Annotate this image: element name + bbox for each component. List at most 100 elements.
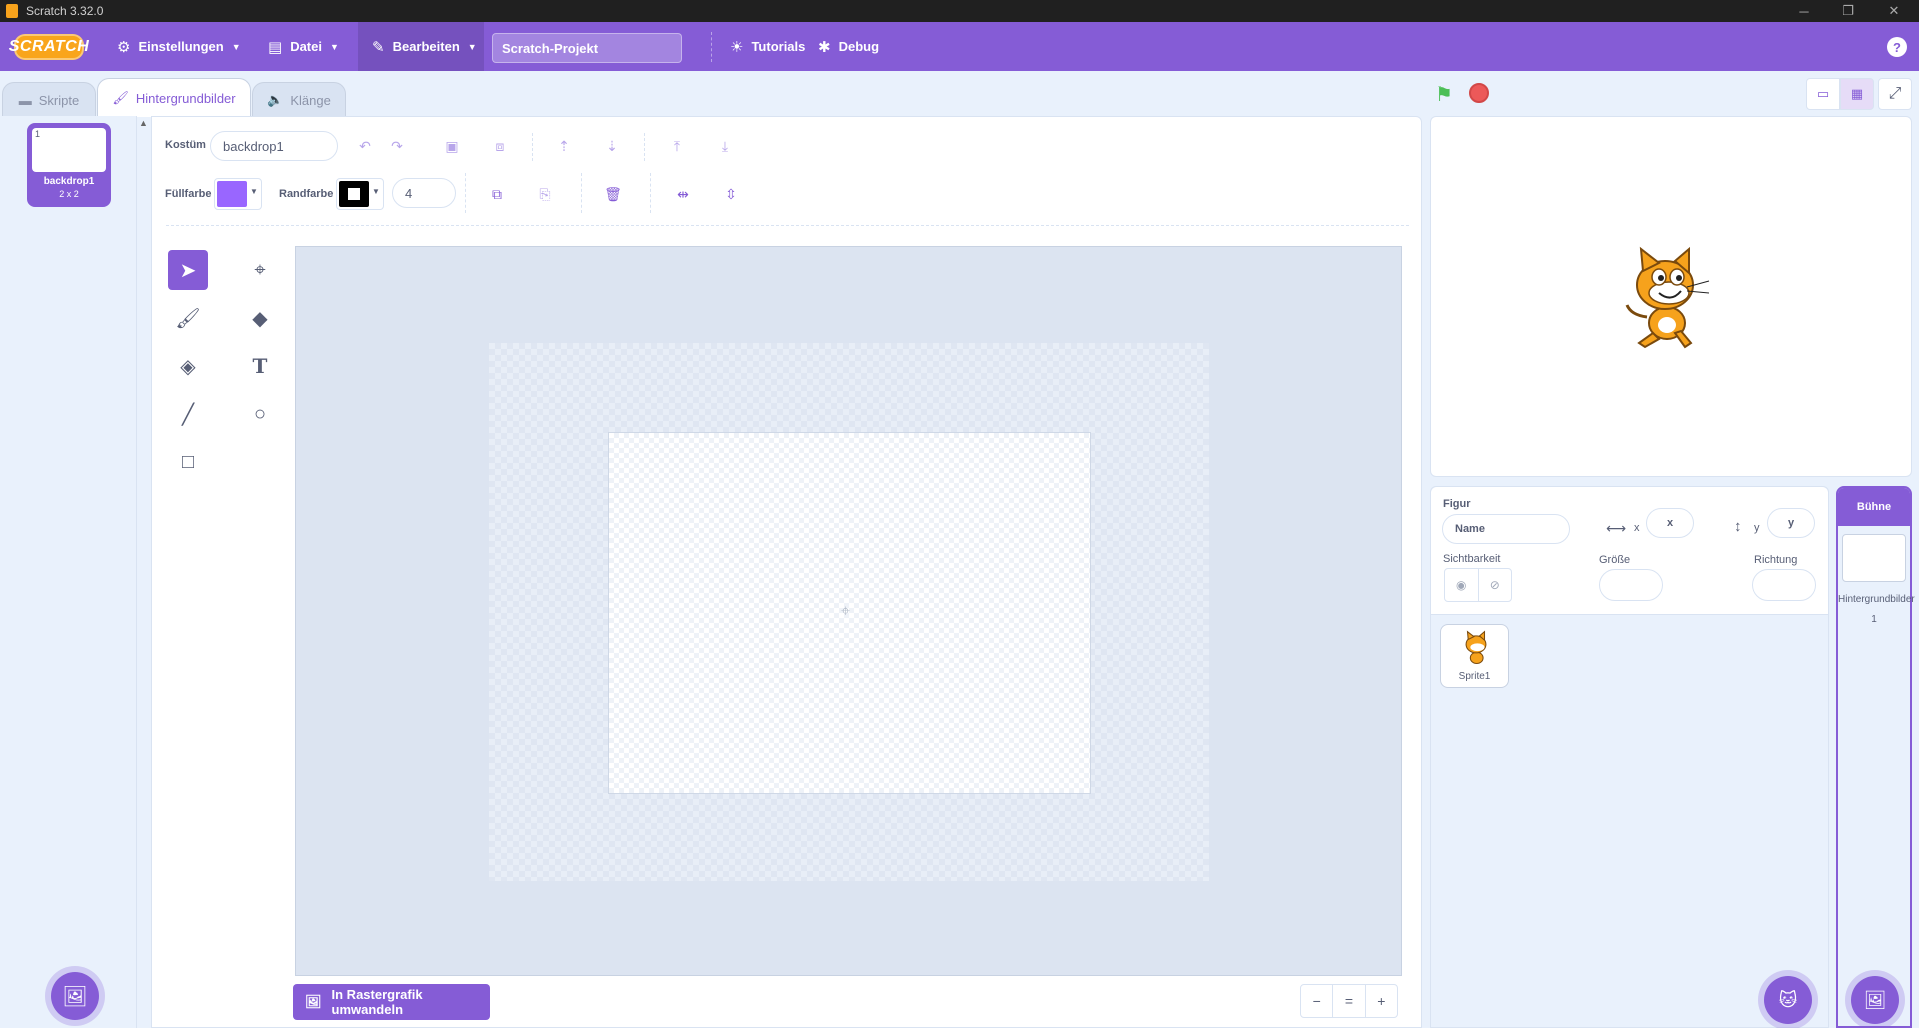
file-icon: ▤ xyxy=(268,38,283,56)
size-label: Größe xyxy=(1599,554,1631,566)
flip-horizontal-icon[interactable]: ⇹ xyxy=(668,179,698,209)
add-backdrop-button[interactable]: 🖼 xyxy=(51,972,99,1020)
outline-width-input[interactable]: 4 xyxy=(392,178,456,208)
visibility-label: Sichtbarkeit xyxy=(1443,553,1501,565)
reshape-tool[interactable]: ⌖ xyxy=(240,250,280,290)
fullscreen-button[interactable]: ⤢ xyxy=(1878,78,1912,110)
backward-icon[interactable]: ⇣ xyxy=(597,131,627,161)
costume-name-input[interactable]: backdrop1 xyxy=(210,131,338,161)
backdrop-list: 1 backdrop1 2 x 2 xyxy=(0,116,137,1028)
settings-menu[interactable]: ⚙ Einstellungen ▼ xyxy=(117,22,241,71)
arrow-cursor-icon: ➤ xyxy=(179,259,197,282)
rectangle-tool[interactable]: □ xyxy=(168,442,208,482)
brush-tool[interactable]: 🖌 xyxy=(168,298,208,338)
fill-swatch xyxy=(217,181,247,207)
flag-icon: ⚑ xyxy=(1435,84,1453,106)
backdrop-size: 2 x 2 xyxy=(59,189,79,199)
delete-icon[interactable]: 🗑 xyxy=(598,179,628,209)
line-tool[interactable]: ╱ xyxy=(168,394,208,434)
small-stage-icon: ▭ xyxy=(1816,86,1830,101)
small-stage-button[interactable]: ▭ xyxy=(1806,78,1840,110)
tab-sounds-label: Klänge xyxy=(290,92,331,108)
tutorials-button[interactable]: ☀ Tutorials xyxy=(730,22,805,71)
zoom-reset-button[interactable]: = xyxy=(1333,985,1366,1017)
y-label: y xyxy=(1754,522,1760,534)
visibility-toggle: ◉ ⊘ xyxy=(1444,568,1512,602)
project-title-input[interactable]: Scratch-Projekt xyxy=(492,33,682,63)
circle-tool[interactable]: ○ xyxy=(240,394,280,434)
hide-button[interactable]: ⊘ xyxy=(1479,569,1512,601)
tab-backdrops[interactable]: 🖌 Hintergrundbilder xyxy=(97,78,251,117)
paint-canvas[interactable]: ⌖ xyxy=(608,432,1091,794)
ungroup-icon[interactable]: ⧈ xyxy=(485,131,515,161)
chevron-down-icon: ▼ xyxy=(467,41,477,52)
green-flag-button[interactable]: ⚑ xyxy=(1435,82,1457,106)
back-icon[interactable]: ⤓ xyxy=(710,131,740,161)
file-menu[interactable]: ▤ Datei ▼ xyxy=(268,22,339,71)
tab-backdrops-label: Hintergrundbilder xyxy=(135,90,236,106)
fill-label: Füllfarbe xyxy=(165,188,212,200)
stage-thumbnail xyxy=(1842,534,1906,582)
eraser-tool[interactable]: ◆ xyxy=(240,298,280,338)
stop-button[interactable] xyxy=(1469,83,1489,103)
window-titlebar: Scratch 3.32.0 ─ ❐ ✕ xyxy=(0,0,1919,22)
maximize-button[interactable]: ❐ xyxy=(1826,0,1870,22)
tutorials-label: Tutorials xyxy=(751,39,806,54)
sprite-tile[interactable]: Sprite1 xyxy=(1440,624,1509,688)
stage-canvas[interactable] xyxy=(1430,116,1912,477)
backdrop-item[interactable]: 1 backdrop1 2 x 2 xyxy=(27,123,111,207)
size-input[interactable] xyxy=(1599,569,1663,601)
zoom-in-button[interactable]: + xyxy=(1366,985,1397,1017)
flip-vertical-icon[interactable]: ⇳ xyxy=(716,179,746,209)
image-icon: 🖼 xyxy=(305,994,322,1009)
direction-input[interactable] xyxy=(1752,569,1816,601)
debug-button[interactable]: ✱ Debug xyxy=(818,22,879,71)
sprite-thumbnail xyxy=(1465,630,1487,665)
speaker-icon: 🔈 xyxy=(267,92,284,107)
front-icon[interactable]: ⤒ xyxy=(662,131,692,161)
eraser-icon: ◆ xyxy=(252,307,268,330)
bug-icon: ✱ xyxy=(818,38,831,56)
settings-label: Einstellungen xyxy=(138,39,224,54)
fill-color-picker[interactable]: ▼ xyxy=(214,178,262,210)
x-input[interactable]: x xyxy=(1646,508,1694,538)
chevron-down-icon: ▼ xyxy=(250,187,258,196)
y-arrows-icon: ↕ xyxy=(1734,518,1742,535)
add-sprite-button[interactable]: 🐱 xyxy=(1764,976,1812,1024)
convert-to-bitmap-button[interactable]: 🖼 In Rastergrafik umwandeln xyxy=(293,984,490,1020)
help-button[interactable]: ? xyxy=(1887,37,1907,57)
sprite-name-input[interactable]: Name xyxy=(1442,514,1570,544)
paste-icon[interactable]: ⎘ xyxy=(530,179,560,209)
text-tool[interactable]: T xyxy=(240,346,280,386)
zoom-out-button[interactable]: − xyxy=(1301,985,1334,1017)
large-stage-button[interactable]: ▦ xyxy=(1840,78,1874,110)
edit-menu[interactable]: ✎ Bearbeiten ▼ xyxy=(358,22,484,71)
fill-tool[interactable]: ◈ xyxy=(168,346,208,386)
outline-swatch xyxy=(339,181,369,207)
show-button[interactable]: ◉ xyxy=(1445,569,1479,601)
scroll-up-arrow[interactable]: ▲ xyxy=(139,118,148,128)
copy-icon[interactable]: ⧉ xyxy=(482,179,512,209)
lightbulb-icon: ☀ xyxy=(730,38,744,56)
stage-selector[interactable]: Bühne Hintergrundbilder 1 xyxy=(1836,486,1915,1028)
redo-icon[interactable]: ↷ xyxy=(382,131,412,161)
minimize-button[interactable]: ─ xyxy=(1782,0,1826,22)
group-icon[interactable]: ▣ xyxy=(437,131,467,161)
select-tool[interactable]: ➤ xyxy=(168,250,208,290)
brush-icon: 🖌 xyxy=(112,90,129,105)
scratch-logo[interactable]: SCRATCH xyxy=(9,34,89,60)
forward-icon[interactable]: ⇡ xyxy=(549,131,579,161)
y-input[interactable]: y xyxy=(1767,508,1815,538)
outline-color-picker[interactable]: ▼ xyxy=(336,178,384,210)
tab-code-label: Skripte xyxy=(38,92,80,108)
backdrop-name: backdrop1 xyxy=(43,176,95,187)
tab-code[interactable]: ▬ Skripte xyxy=(2,82,96,117)
sprite-info: Figur Name ⟷ x x ↕ y y Sichtbarkeit ◉ ⊘ … xyxy=(1431,487,1828,615)
close-window-button[interactable]: ✕ xyxy=(1872,0,1916,22)
undo-icon[interactable]: ↶ xyxy=(350,131,380,161)
tab-sounds[interactable]: 🔈 Klänge xyxy=(252,82,346,117)
stage-selector-title: Bühne xyxy=(1838,488,1910,526)
add-stage-backdrop-button[interactable]: 🖼 xyxy=(1851,976,1899,1024)
rectangle-icon: □ xyxy=(181,450,195,473)
paint-canvas-area[interactable]: ⌖ xyxy=(295,246,1402,976)
